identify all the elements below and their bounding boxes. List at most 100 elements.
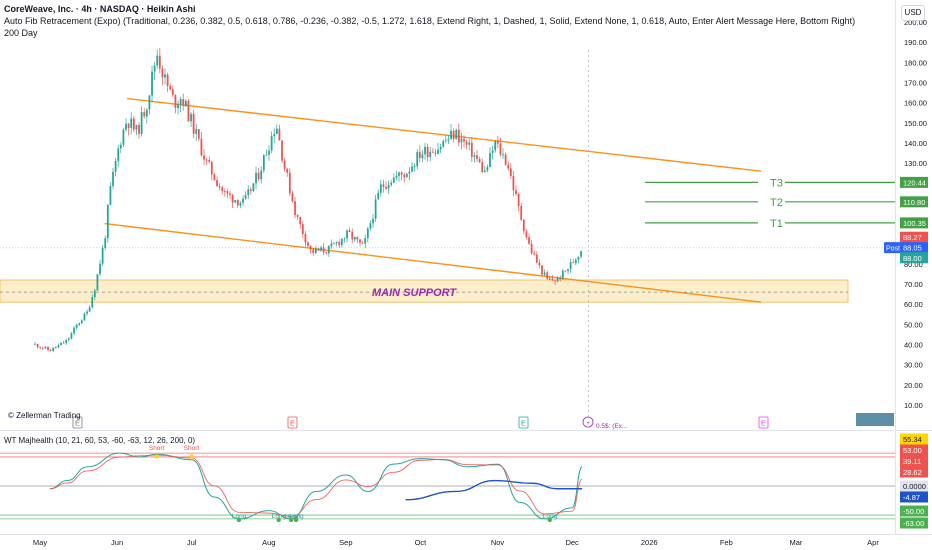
candle-up [119,144,122,149]
symbol-title: CoreWeave, Inc. · 4h · NASDAQ · Heikin A… [4,4,196,14]
candle-up [437,149,439,154]
candle-down [301,224,304,235]
candle-up [44,347,47,349]
candle-down [533,253,536,255]
ma-indicator-title: 200 Day [4,28,38,38]
currency-button[interactable]: USD [901,5,925,21]
candle-up [86,311,88,314]
candle-down [382,184,385,187]
candle-up [330,243,333,247]
candle-down [187,100,190,122]
candle-up [468,142,471,145]
candle-down [400,172,403,175]
price-label: 110.80 [903,198,925,207]
candle-down [231,194,234,203]
candle-up [486,167,489,171]
candle-up [177,104,179,108]
candle-down [192,113,195,134]
candle-up [244,194,247,199]
candle-up [364,238,367,244]
price-label: 88.27 [903,233,922,242]
candle-up [122,129,125,145]
chart-canvas[interactable]: T3 T2 T1 MAIN SUPPORT 10.00 20.00 30.00 40.00 50… [0,0,932,550]
candle-up [262,155,265,171]
candle-down [431,151,434,153]
earnings-marker[interactable]: E [521,419,526,428]
candle-down [281,140,283,161]
candle-up [439,146,442,150]
candle-down [512,176,515,191]
candle-up [372,218,374,224]
candle-up [543,272,546,275]
candle-down [299,216,302,225]
candle-down [457,129,460,143]
candle-up [101,247,104,264]
main-support-label: MAIN SUPPORT [372,287,457,299]
candle-up [242,198,244,203]
candle-up [268,150,270,155]
earnings-marker[interactable]: E [761,419,766,428]
candle-down [554,280,556,282]
candle-down [478,159,481,163]
indicator-value-label: 0.0000 [903,482,926,491]
candle-down [426,146,429,158]
candle-up [153,65,156,72]
candle-down [236,200,239,206]
target-label-t3: T3 [770,177,783,189]
candle-up [234,200,237,203]
candle-down [312,249,315,253]
candle-down [47,347,49,350]
candle-down [249,189,252,192]
price-label: 120.44 [903,178,926,187]
candle-up [184,100,187,106]
candle-down [210,161,213,175]
candle-up [424,146,426,155]
candle-up [273,134,276,137]
price-tick-label: 160.00 [904,99,927,108]
candle-up [413,166,416,168]
candle-up [398,172,400,176]
candle-up [483,170,486,173]
candle-up [114,160,117,172]
short-signal-dot [189,454,194,459]
candle-down [197,129,200,139]
time-tick-label: Oct [415,538,428,547]
candle-up [447,139,450,141]
candle-up [96,274,99,291]
candle-down [463,138,465,142]
candle-down [572,262,575,264]
slow-ma-line [405,479,583,501]
candle-up [93,290,96,298]
candle-up [379,184,382,193]
indicator-value-label: 39.11 [903,457,921,466]
candle-up [156,55,159,66]
candle-up [34,343,36,345]
candle-down [286,168,289,173]
candle-down [39,347,42,348]
candle-up [190,113,192,122]
price-tick-label: 50.00 [904,320,923,329]
candle-up [314,248,317,253]
candle-down [138,125,140,134]
candle-up [117,148,120,161]
candle-up [99,263,101,275]
time-tick-label: May [33,538,47,547]
candle-up [275,128,278,135]
time-tick-label: Apr [867,538,879,547]
indicator-value-label: 55.34 [903,435,922,444]
candle-up [333,243,335,245]
earnings-marker[interactable]: E [290,419,295,428]
candle-up [335,242,338,244]
candle-up [366,228,369,239]
candle-up [353,236,356,240]
candle-up [460,138,463,143]
candle-down [499,143,502,155]
price-tick-label: 60.00 [904,300,923,309]
candle-up [145,109,148,117]
candle-up [374,199,377,219]
candle-down [223,191,226,192]
candle-up [327,246,330,254]
candle-up [340,238,343,245]
scroll-handle[interactable] [856,413,894,426]
candle-down [496,141,499,144]
